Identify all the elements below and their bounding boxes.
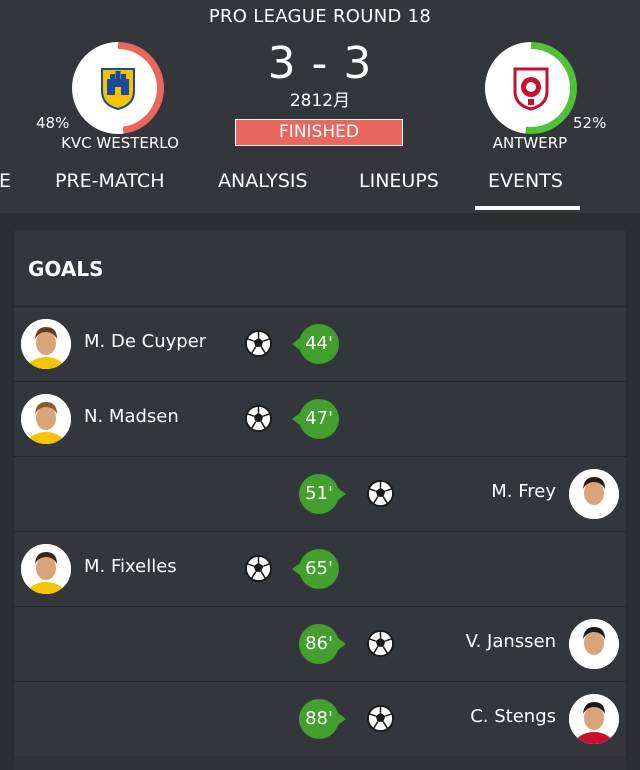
status-badge: FINISHED xyxy=(235,119,403,146)
goals-title: GOALS xyxy=(28,257,104,281)
player-avatar[interactable] xyxy=(21,544,71,594)
soccer-ball-icon xyxy=(366,629,395,658)
goal-minute-badge: 47' xyxy=(292,399,339,439)
away-possession-label: 52% xyxy=(573,114,607,132)
goal-minute-badge: 44' xyxy=(292,324,339,364)
player-name[interactable]: M. Fixelles xyxy=(84,556,177,577)
soccer-ball-icon xyxy=(366,704,395,733)
player-name[interactable]: M. Frey xyxy=(491,481,556,502)
away-team-name[interactable]: ANTWERP xyxy=(462,134,598,152)
goal-event-row[interactable]: M. De Cuyper 44' xyxy=(14,306,626,381)
round-title: PRO LEAGUE ROUND 18 xyxy=(208,6,432,27)
soccer-ball-icon xyxy=(244,404,273,433)
soccer-ball-icon xyxy=(366,479,395,508)
tab-analysis[interactable]: ANALYSIS xyxy=(218,170,308,192)
player-avatar[interactable] xyxy=(21,319,71,369)
player-name[interactable]: V. Janssen xyxy=(466,631,556,652)
goal-minute-badge: 65' xyxy=(292,549,339,589)
player-name[interactable]: M. De Cuyper xyxy=(84,331,206,352)
goal-minute-badge: 88' xyxy=(299,699,346,739)
player-avatar[interactable] xyxy=(569,694,619,744)
soccer-ball-icon xyxy=(244,554,273,583)
away-team-logo[interactable] xyxy=(485,42,577,134)
home-team-name[interactable]: KVC WESTERLO xyxy=(52,134,188,152)
tab-lineups[interactable]: LINEUPS xyxy=(359,170,439,192)
player-name[interactable]: N. Madsen xyxy=(84,406,179,427)
player-avatar[interactable] xyxy=(569,619,619,669)
tab-events[interactable]: EVENTS xyxy=(488,170,563,192)
goal-minute-badge: 86' xyxy=(299,624,346,664)
goal-minute-badge: 51' xyxy=(299,474,346,514)
antwerp-crest-icon xyxy=(492,49,570,127)
tab-pre-match[interactable]: PRE-MATCH xyxy=(55,170,164,192)
goal-event-row[interactable]: C. Stengs 88' xyxy=(14,681,626,756)
tab-partial[interactable]: E xyxy=(0,170,11,192)
soccer-ball-icon xyxy=(244,329,273,358)
home-possession-label: 48% xyxy=(36,114,70,132)
active-tab-indicator xyxy=(475,206,580,210)
player-avatar[interactable] xyxy=(569,469,619,519)
player-avatar[interactable] xyxy=(21,394,71,444)
goal-event-row[interactable]: V. Janssen 86' xyxy=(14,606,626,681)
goal-event-row[interactable]: M. Fixelles 65' xyxy=(14,531,626,606)
player-name[interactable]: C. Stengs xyxy=(470,706,556,727)
goal-event-row[interactable]: M. Frey 51' xyxy=(14,456,626,531)
goal-event-row[interactable]: N. Madsen 47' xyxy=(14,381,626,456)
goals-section-header: GOALS xyxy=(14,232,626,305)
